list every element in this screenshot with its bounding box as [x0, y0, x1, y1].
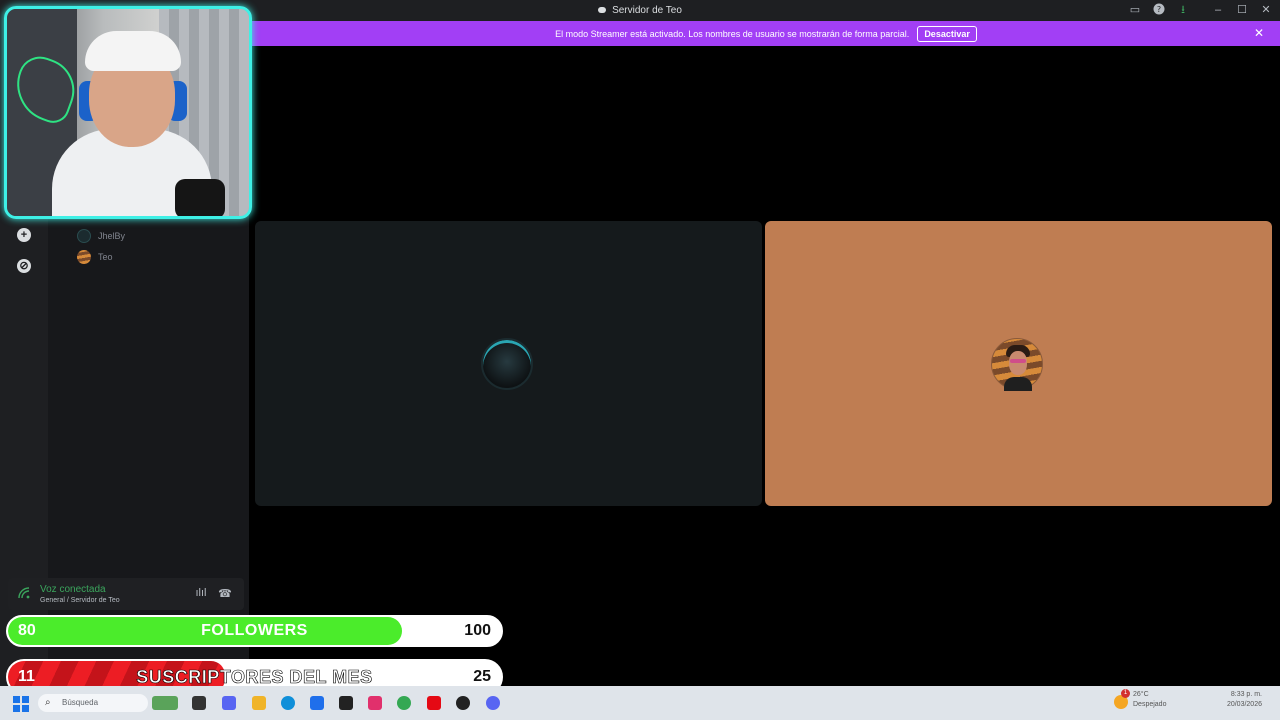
avatar — [481, 338, 533, 390]
download-icon[interactable]: ⭳ — [1175, 3, 1191, 17]
voice-status[interactable]: Voz conectada — [40, 584, 106, 595]
avatar-face — [1009, 351, 1027, 375]
clock[interactable]: 8:33 p. m. 20/03/2026 — [1218, 690, 1262, 710]
voice-member[interactable]: JhelBy — [77, 229, 125, 243]
followers-label: FOLLOWERS — [201, 622, 308, 639]
weather-temp: 26°C — [1133, 691, 1149, 698]
weather-widget[interactable]: 26°C Despejado — [1133, 690, 1166, 710]
followers-goal-bar: FOLLOWERS 80 100 — [6, 615, 503, 647]
close-icon[interactable]: ✕ — [1254, 27, 1264, 39]
taskbar-app-icon[interactable] — [310, 696, 324, 710]
minimize-icon[interactable]: – — [1210, 3, 1226, 17]
avatar — [77, 250, 91, 264]
taskbar-app-icon[interactable] — [281, 696, 295, 710]
taskbar-app-icon[interactable] — [486, 696, 500, 710]
video-tile-teo[interactable] — [765, 221, 1272, 506]
close-icon[interactable]: ✕ — [1258, 3, 1274, 17]
followers-goal: 100 — [464, 622, 491, 639]
banner-message: El modo Streamer está activado. Los nomb… — [555, 28, 910, 39]
explore-icon[interactable]: ⊘ — [17, 259, 31, 273]
signal-icon[interactable] — [18, 587, 30, 599]
taskbar-app-icon[interactable] — [368, 696, 382, 710]
taskbar-app-icon[interactable] — [339, 696, 353, 710]
search-icon: ⌕ — [45, 697, 51, 708]
taskbar-app-icon[interactable] — [252, 696, 266, 710]
taskbar-search[interactable]: ⌕ Búsqueda — [38, 694, 148, 712]
add-server-icon[interactable]: + — [17, 228, 31, 242]
voice-connected-panel: Voz conectada General / Servidor de Teo … — [8, 578, 244, 610]
avatar — [991, 338, 1043, 391]
followers-current: 80 — [18, 622, 36, 639]
disconnect-icon[interactable]: ☎ — [218, 587, 232, 601]
webcam-overlay — [4, 6, 252, 219]
windows-start-icon[interactable] — [13, 696, 29, 712]
help-icon[interactable]: ? — [1151, 3, 1167, 17]
inbox-icon[interactable]: ▭ — [1127, 3, 1143, 17]
taskbar-app-icon[interactable] — [397, 696, 411, 710]
weather-desc: Despejado — [1133, 701, 1167, 708]
taskbar-app-icon[interactable] — [222, 696, 236, 710]
notification-badge: 1 — [1121, 689, 1130, 698]
noise-suppression-icon[interactable]: ılıl — [194, 587, 208, 601]
windows-taskbar: ⌕ Búsqueda 1 26°C Despejado 8:33 p. m. 2… — [0, 686, 1280, 720]
window-title: Servidor de Teo — [612, 5, 682, 16]
discord-logo-icon — [598, 7, 607, 14]
disable-streamer-mode-button[interactable]: Desactivar — [917, 25, 977, 42]
avatar-shirt — [1004, 377, 1032, 391]
clock-time: 8:33 p. m. — [1230, 691, 1262, 698]
voice-member[interactable]: Teo — [77, 250, 113, 264]
maximize-icon[interactable]: ☐ — [1234, 3, 1250, 17]
member-name: JhelBy — [98, 231, 126, 241]
voice-channel[interactable]: General / Servidor de Teo — [40, 597, 120, 604]
streamer-mode-banner: El modo Streamer está activado. Los nomb… — [252, 21, 1280, 46]
svg-text:?: ? — [1157, 5, 1161, 14]
member-name: Teo — [98, 252, 113, 262]
avatar — [77, 229, 91, 243]
streamer-cap — [85, 31, 181, 71]
taskbar-app-icon[interactable] — [427, 696, 441, 710]
taskbar-app-icon[interactable] — [152, 696, 178, 710]
discord-window: Servidor de Teo ▭ ? ⭳ – ☐ ✕ El modo Stre… — [0, 0, 1280, 720]
search-placeholder: Búsqueda — [62, 698, 99, 707]
video-tile-jhelby[interactable] — [255, 221, 762, 506]
avatar-glasses — [1010, 359, 1026, 363]
taskbar-app-icon[interactable] — [456, 696, 470, 710]
clock-date: 20/03/2026 — [1226, 701, 1262, 708]
microphone — [175, 179, 225, 216]
taskbar-app-icon[interactable] — [192, 696, 206, 710]
